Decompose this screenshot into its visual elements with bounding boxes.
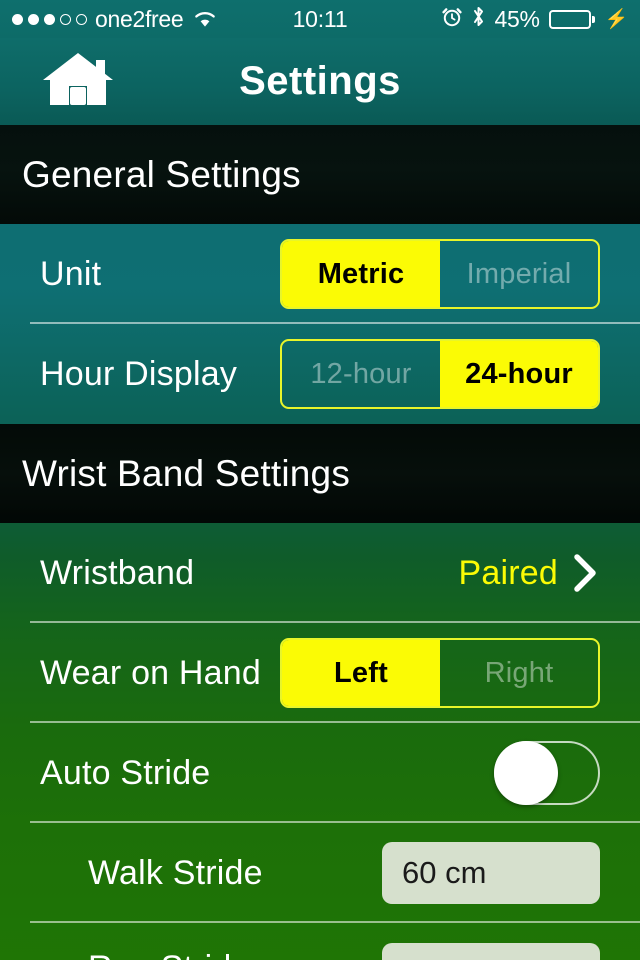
segment-right[interactable]: Right [440, 640, 598, 706]
alarm-clock-icon [441, 6, 462, 33]
walk-stride-input[interactable]: 60 cm [382, 842, 600, 904]
segmented-control-unit[interactable]: Metric Imperial [280, 239, 600, 309]
status-bar-right: 45% ⚡ [441, 5, 629, 34]
battery-percent-label: 45% [494, 5, 540, 32]
row-label-walk-stride: Walk Stride [88, 853, 263, 892]
signal-strength-icon [12, 13, 87, 25]
wifi-icon [193, 9, 217, 29]
status-bar-left: one2free [12, 5, 217, 32]
nav-bar: Settings [0, 38, 640, 125]
status-bar: one2free 10:11 45% ⚡ [0, 0, 640, 38]
battery-icon [548, 9, 595, 29]
lightning-bolt-icon: ⚡ [604, 9, 629, 30]
toggle-switch-auto-stride[interactable] [494, 741, 600, 805]
chevron-right-icon[interactable] [570, 551, 600, 595]
run-stride-input[interactable]: 90 [382, 943, 600, 960]
section-header-general: General Settings [0, 125, 640, 224]
row-label-run-stride: Run Stride [40, 949, 251, 960]
segment-metric[interactable]: Metric [282, 241, 440, 307]
row-unit[interactable]: Unit Metric Imperial [0, 224, 640, 324]
row-label-unit: Unit [40, 254, 102, 293]
phone-screen: one2free 10:11 45% ⚡ Settings General Se… [0, 0, 640, 960]
section-header-wristband: Wrist Band Settings [0, 424, 640, 523]
walk-stride-value: 60 cm [402, 855, 487, 890]
home-icon [40, 50, 116, 113]
run-stride-value: 90 [402, 956, 436, 960]
row-run-stride[interactable]: Run Stride 90 [0, 923, 640, 960]
wristband-status-value: Paired [458, 553, 558, 592]
segmented-control-wear-on-hand[interactable]: Left Right [280, 638, 600, 708]
home-button[interactable] [40, 52, 116, 112]
row-walk-stride[interactable]: Walk Stride 60 cm [0, 823, 640, 923]
row-wear-on-hand[interactable]: Wear on Hand Left Right [0, 623, 640, 723]
section-title: General Settings [22, 153, 301, 195]
row-label-wristband: Wristband [40, 553, 195, 592]
row-label-auto-stride: Auto Stride [40, 753, 211, 792]
clock-time: 10:11 [292, 5, 348, 32]
section-title: Wrist Band Settings [22, 452, 351, 494]
carrier-name: one2free [95, 5, 184, 32]
bluetooth-icon [471, 5, 486, 34]
row-hour-display[interactable]: Hour Display 12-hour 24-hour [0, 324, 640, 424]
segment-24-hour[interactable]: 24-hour [440, 341, 598, 407]
toggle-knob [494, 741, 558, 805]
row-auto-stride[interactable]: Auto Stride [0, 723, 640, 823]
row-wristband[interactable]: Wristband Paired [0, 523, 640, 623]
row-label-hour-display: Hour Display [40, 354, 238, 393]
segment-12-hour[interactable]: 12-hour [282, 341, 440, 407]
segment-imperial[interactable]: Imperial [440, 241, 598, 307]
segmented-control-hour-display[interactable]: 12-hour 24-hour [280, 339, 600, 409]
row-label-wear-on-hand: Wear on Hand [40, 653, 262, 692]
segment-left[interactable]: Left [282, 640, 440, 706]
